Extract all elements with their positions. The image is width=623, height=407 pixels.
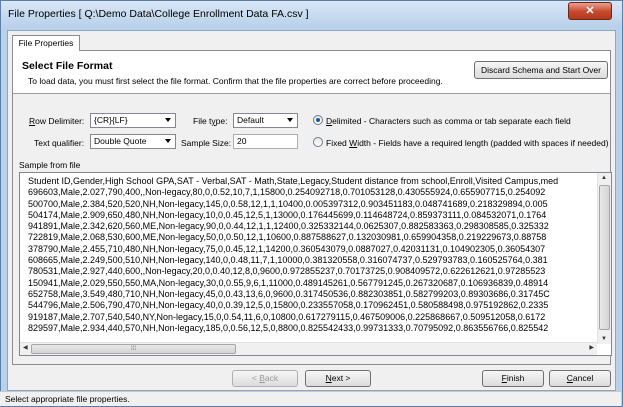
tab-file-properties[interactable]: File Properties: [12, 35, 80, 51]
vertical-scroll-thumb[interactable]: [599, 185, 610, 330]
sample-line: 504174,Male,2.909,650,480,NH,Non-legacy,…: [28, 209, 547, 220]
window-title: File Properties [ Q:\Demo Data\College E…: [8, 8, 309, 20]
text-qualifier-label: Text qualifier:: [34, 138, 85, 148]
row-delimiter-label: Row Delimiter:: [29, 116, 85, 126]
title-bar[interactable]: File Properties [ Q:\Demo Data\College E…: [1, 1, 622, 28]
row-delimiter-value: {CR}{LF}: [94, 115, 128, 125]
fixed-width-radio[interactable]: [313, 137, 323, 147]
file-type-value: Default: [237, 115, 264, 125]
close-button[interactable]: ✕: [568, 2, 612, 20]
delimited-option-label[interactable]: Delimited - Characters such as comma or …: [326, 116, 571, 126]
sample-line: 919187,Male,2.707,540,540,NY,Non-legacy,…: [28, 311, 546, 322]
vertical-scrollbar[interactable]: ▲ ▼: [597, 173, 611, 344]
horizontal-scroll-thumb[interactable]: ⁞⁞⁞: [31, 344, 236, 354]
chevron-down-icon: [165, 139, 171, 143]
page-subtitle: To load data, you must first select the …: [28, 76, 443, 86]
file-type-select[interactable]: Default: [233, 113, 298, 128]
sample-line: 829597,Male,2.934,440,570,NH,Non-legacy,…: [28, 322, 549, 333]
sample-line: 941891,Male,2.342,620,560,ME,Non-legacy,…: [28, 221, 549, 232]
scroll-down-icon[interactable]: ▼: [601, 336, 607, 342]
sample-line: 652758,Male,3.549,480,710,NH,Non-legacy,…: [28, 288, 550, 299]
text-qualifier-select[interactable]: Double Quote: [90, 134, 176, 149]
sample-line: Student ID,Gender,High School GPA,SAT - …: [28, 176, 559, 186]
back-button[interactable]: < Back: [232, 370, 298, 387]
sample-line: 722819,Male,2.068,530,600,ME,Non-legacy,…: [28, 232, 547, 243]
text-qualifier-value: Double Quote: [94, 136, 147, 146]
delimited-radio[interactable]: [313, 115, 323, 125]
scroll-right-icon[interactable]: ▶: [589, 344, 594, 351]
page-title: Select File Format: [22, 60, 113, 72]
chevron-down-icon: [165, 118, 171, 122]
status-bar: Select appropriate file properties.: [0, 391, 621, 406]
scroll-up-icon[interactable]: ▲: [601, 175, 607, 181]
sample-line: 780531,Male,2.927,440,600,,Non-legacy,20…: [28, 266, 546, 277]
file-type-label: File type:: [193, 116, 228, 126]
sample-size-label: Sample Size:: [181, 138, 232, 148]
sample-line: 608665,Male,2.249,500,510,NH,Non-legacy,…: [28, 255, 548, 266]
sample-preview[interactable]: Student ID,Gender,High School GPA,SAT - …: [19, 172, 612, 356]
cancel-button[interactable]: Cancel: [549, 370, 611, 387]
sample-line: 150941,Male,2.029,550,550,MA,Non-legacy,…: [28, 277, 549, 288]
sample-line: 378790,Male,2.455,710,480,NH,Non-legacy,…: [28, 243, 546, 254]
row-delimiter-select[interactable]: {CR}{LF}: [90, 113, 176, 128]
chevron-down-icon: [287, 118, 293, 122]
finish-button[interactable]: Finish: [482, 370, 544, 387]
sample-size-input[interactable]: 20: [233, 134, 298, 149]
sample-label: Sample from file: [19, 160, 81, 170]
next-button[interactable]: Next >: [305, 370, 371, 387]
sample-line: 696603,Male,2.027,790,400,,Non-legacy,80…: [28, 187, 546, 198]
fixed-width-option-label[interactable]: Fixed Width - Fields have a required len…: [326, 138, 609, 148]
sample-lines: Student ID,Gender,High School GPA,SAT - …: [28, 176, 596, 334]
sample-line: 544796,Male,2.506,790,470,NH,Non-legacy,…: [28, 300, 549, 311]
horizontal-scrollbar[interactable]: ◀ ⁞⁞⁞ ▶: [20, 342, 597, 355]
discard-schema-button[interactable]: Discard Schema and Start Over: [474, 61, 608, 79]
status-text: Select appropriate file properties.: [5, 394, 130, 404]
scroll-left-icon[interactable]: ◀: [23, 344, 28, 351]
sample-line: 500700,Male,2.384,520,520,NH,Non-legacy,…: [28, 198, 548, 209]
